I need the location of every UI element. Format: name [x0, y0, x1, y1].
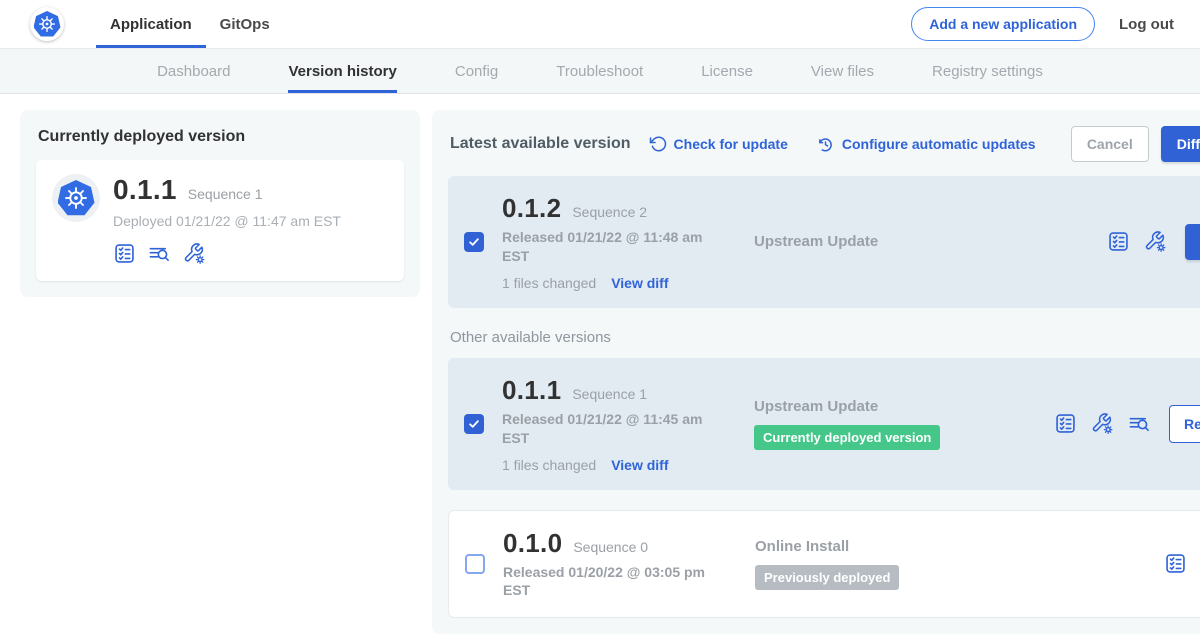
check-icon	[467, 417, 481, 431]
released-timestamp: Released 01/20/22 @ 03:05 pm EST	[503, 563, 711, 601]
kubernetes-heptagon-icon	[58, 180, 95, 216]
release-notes-checklist-icon[interactable]	[1107, 230, 1130, 253]
topnav-tab-application[interactable]: Application	[96, 0, 206, 48]
release-notes-checklist-icon[interactable]	[113, 242, 136, 265]
kubernetes-logo[interactable]	[30, 7, 64, 41]
currently-deployed-badge: Currently deployed version	[754, 425, 940, 450]
deployed-timestamp: Deployed 01/21/22 @ 11:47 am EST	[113, 213, 341, 229]
app-logo	[52, 174, 100, 222]
helm-wheel-icon	[61, 183, 91, 213]
diff-releases-button[interactable]: Diff releases	[1161, 126, 1200, 162]
version-card-0-1-2: 0.1.2 Sequence 2 Released 01/21/22 @ 11:…	[448, 176, 1200, 308]
add-new-application-button[interactable]: Add a new application	[911, 7, 1095, 41]
version-number: 0.1.2	[502, 193, 561, 224]
redeploy-button[interactable]: Redeploy	[1169, 405, 1200, 443]
version-checkbox[interactable]	[465, 554, 485, 574]
deployed-version-number: 0.1.1	[113, 174, 177, 206]
configure-automatic-updates-link[interactable]: Configure automatic updates	[816, 135, 1036, 154]
version-card-0-1-1: 0.1.1 Sequence 1 Released 01/21/22 @ 11:…	[448, 358, 1200, 490]
tab-config[interactable]: Config	[455, 49, 498, 93]
currently-deployed-title: Currently deployed version	[38, 128, 404, 146]
check-icon	[467, 235, 481, 249]
clock-refresh-icon	[816, 135, 835, 154]
tab-dashboard[interactable]: Dashboard	[157, 49, 230, 93]
tab-view-files[interactable]: View files	[811, 49, 874, 93]
wrench-gear-config-icon[interactable]	[1143, 230, 1167, 253]
wrench-gear-config-icon[interactable]	[1090, 412, 1114, 435]
files-changed-label: 1 files changed	[502, 275, 596, 291]
sequence-label: Sequence 0	[573, 539, 648, 555]
currently-deployed-panel: Currently deployed version	[20, 110, 420, 297]
tab-version-history[interactable]: Version history	[288, 49, 396, 93]
app-subnav: Dashboard Version history Config Trouble…	[0, 49, 1200, 94]
view-diff-link[interactable]: View diff	[611, 275, 668, 291]
cancel-button[interactable]: Cancel	[1071, 126, 1149, 162]
released-timestamp: Released 01/21/22 @ 11:45 am EST	[502, 410, 710, 448]
top-navbar: Application GitOps Add a new application…	[0, 0, 1200, 49]
release-notes-checklist-icon[interactable]	[1164, 552, 1187, 575]
version-history-panel: Latest available version Check for updat…	[432, 110, 1200, 634]
sequence-label: Sequence 1	[572, 386, 647, 402]
deploy-button[interactable]: Deploy	[1185, 224, 1200, 260]
version-source-label: Upstream Update	[754, 398, 1054, 415]
kubernetes-heptagon-icon	[34, 11, 61, 37]
previously-deployed-badge: Previously deployed	[755, 565, 899, 590]
tab-troubleshoot[interactable]: Troubleshoot	[556, 49, 643, 93]
logs-magnifier-icon[interactable]	[147, 242, 171, 265]
version-checkbox[interactable]	[464, 414, 484, 434]
sequence-label: Sequence 2	[572, 204, 647, 220]
topnav-tab-gitops[interactable]: GitOps	[206, 0, 284, 48]
other-versions-title: Other available versions	[450, 329, 1200, 346]
helm-wheel-icon	[36, 13, 58, 35]
currently-deployed-card: 0.1.1 Sequence 1 Deployed 01/21/22 @ 11:…	[36, 160, 404, 281]
version-source-label: Upstream Update	[754, 233, 1054, 250]
release-notes-checklist-icon[interactable]	[1054, 412, 1077, 435]
main-content: Currently deployed version	[0, 94, 1200, 634]
version-checkbox[interactable]	[464, 232, 484, 252]
deployed-sequence-label: Sequence 1	[188, 186, 263, 202]
tab-registry-settings[interactable]: Registry settings	[932, 49, 1043, 93]
logs-magnifier-icon[interactable]	[1127, 412, 1151, 435]
released-timestamp: Released 01/21/22 @ 11:48 am EST	[502, 228, 710, 266]
files-changed-label: 1 files changed	[502, 457, 596, 473]
version-number: 0.1.0	[503, 528, 562, 559]
version-number: 0.1.1	[502, 375, 561, 406]
logout-button[interactable]: Log out	[1119, 16, 1174, 33]
version-card-0-1-0: 0.1.0 Sequence 0 Released 01/20/22 @ 03:…	[448, 510, 1200, 619]
tab-license[interactable]: License	[701, 49, 753, 93]
latest-available-title: Latest available version	[450, 135, 631, 153]
view-diff-link[interactable]: View diff	[611, 457, 668, 473]
check-for-update-link[interactable]: Check for update	[649, 135, 788, 153]
refresh-icon	[649, 135, 667, 153]
wrench-gear-config-icon[interactable]	[182, 242, 206, 265]
version-source-label: Online Install	[755, 538, 1055, 555]
